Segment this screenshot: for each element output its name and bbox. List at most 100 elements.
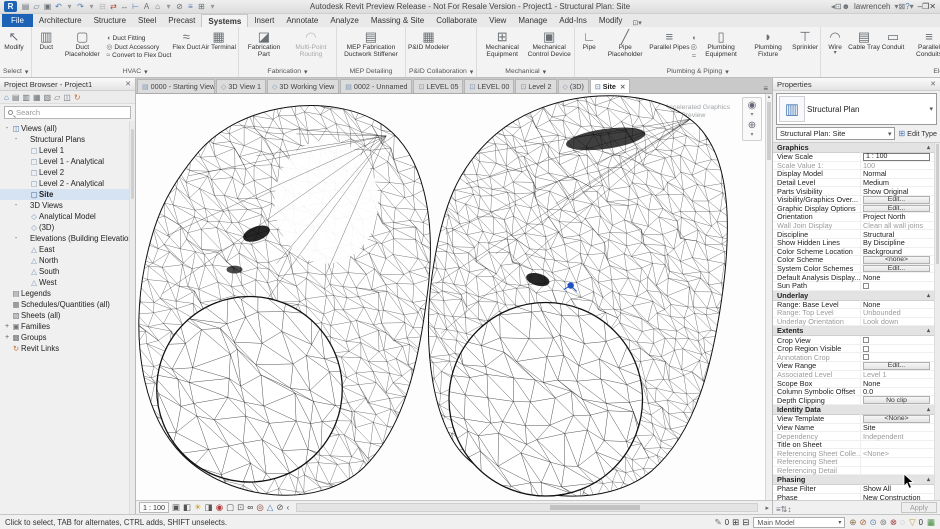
- browser-link-icon[interactable]: ↻: [74, 93, 81, 102]
- tab-architecture[interactable]: Architecture: [33, 14, 88, 27]
- view-tab-close-icon[interactable]: ✕: [620, 83, 625, 91]
- crop-view-icon[interactable]: ▢: [226, 502, 234, 513]
- property-value[interactable]: New Construction: [861, 493, 934, 500]
- section-collapse-icon[interactable]: ▴: [927, 327, 930, 334]
- temporary-hide-isolate-icon[interactable]: ∞: [247, 502, 253, 513]
- undo-caret[interactable]: ▾: [64, 1, 75, 13]
- canvas-horizontal-scrollbar[interactable]: [296, 503, 758, 512]
- rendering-icon[interactable]: ◉: [216, 502, 223, 513]
- selection-filter[interactable]: ▽ 0: [909, 517, 923, 528]
- tree-item-families[interactable]: +▣Families: [0, 321, 135, 332]
- view-tab-level-00[interactable]: ⊡LEVEL 00: [464, 79, 514, 93]
- properties-scrollbar[interactable]: [934, 143, 940, 500]
- tree-item-north[interactable]: △North: [0, 255, 135, 266]
- property-button[interactable]: Edit...: [863, 265, 930, 273]
- ribbon-button-cable-tray[interactable]: ▤Cable Tray: [848, 28, 880, 66]
- reveal-constraints-icon[interactable]: ⊘: [276, 502, 283, 513]
- property-button[interactable]: No clip: [863, 396, 930, 404]
- exclude-links-icon[interactable]: ⊙: [870, 517, 877, 528]
- view-tab-level-05[interactable]: ⊡LEVEL 05: [413, 79, 463, 93]
- tree-item-structural-plans[interactable]: -Structural Plans: [0, 134, 135, 145]
- help-caret[interactable]: ▾: [910, 2, 914, 11]
- tab-analyze[interactable]: Analyze: [324, 14, 364, 27]
- visual-style-icon[interactable]: ◧: [183, 502, 191, 513]
- panel-menu-caret-icon[interactable]: ▾: [25, 68, 28, 76]
- ribbon-button-air-terminal[interactable]: ▦Air Terminal: [201, 28, 236, 66]
- property-value[interactable]: None: [861, 273, 934, 282]
- ribbon-button-mechanical-equipment[interactable]: ⊞Mechanical Equipment: [479, 28, 525, 66]
- property-button[interactable]: Edit...: [863, 205, 930, 213]
- tree-expand-icon[interactable]: +: [3, 323, 11, 330]
- view-tab-3d-view-1[interactable]: ◇3D View 1: [216, 79, 266, 93]
- tree-expand-icon[interactable]: -: [12, 136, 20, 143]
- ribbon-button-plumbing-fixture[interactable]: ◗Plumbing Fixture: [745, 28, 791, 66]
- section-collapse-icon[interactable]: ▴: [927, 406, 930, 413]
- tree-expand-icon[interactable]: -: [12, 202, 20, 209]
- ribbon-button-fabrication-part[interactable]: ◪Fabrication Part: [241, 28, 287, 66]
- background-processes-icon[interactable]: ◌: [900, 517, 905, 527]
- ribbon-button-mechanical-control-device[interactable]: ▣Mechanical Control Device: [526, 28, 572, 66]
- tree-item-level-2-analytical[interactable]: ▢Level 2 - Analytical: [0, 178, 135, 189]
- tree-item-level-2[interactable]: ▢Level 2: [0, 167, 135, 178]
- ribbon-button-parallel-conduits[interactable]: ≡Parallel Conduits: [906, 28, 940, 66]
- browser-sheets-icon[interactable]: ▥: [22, 93, 30, 102]
- detail-level-icon[interactable]: ▣: [172, 502, 180, 513]
- property-value[interactable]: Background: [861, 247, 934, 256]
- tree-expand-icon[interactable]: -: [3, 125, 11, 132]
- property-value[interactable]: Edit...: [861, 265, 934, 273]
- browser-filter-icon[interactable]: ◫: [63, 93, 71, 102]
- redo-icon[interactable]: ↷: [75, 1, 86, 13]
- property-button[interactable]: <None>: [863, 415, 930, 423]
- sun-path-icon[interactable]: ☀: [194, 502, 202, 513]
- property-value[interactable]: [861, 283, 934, 289]
- pipe-fitting-icon[interactable]: ◖: [691, 34, 698, 42]
- properties-header[interactable]: Properties ✕: [773, 78, 940, 91]
- view-tab-3d-working-view[interactable]: ◇3D Working View: [267, 79, 339, 93]
- section-icon[interactable]: ⊘: [174, 1, 185, 13]
- type-selector[interactable]: ▥ Structural Plan ▾: [776, 93, 937, 125]
- view-tabs-menu-icon[interactable]: ≡: [759, 84, 772, 93]
- open-icon[interactable]: ▱: [31, 1, 42, 13]
- ribbon-button-convert-to-flex-duct[interactable]: ≈Convert to Flex Duct: [106, 52, 171, 59]
- tree-item-views-all[interactable]: -◫Views (all): [0, 123, 135, 134]
- aligned-dimension-icon[interactable]: ⊢: [130, 1, 141, 13]
- tab-massing-site[interactable]: Massing & Site: [365, 14, 430, 27]
- exclude-pinned-icon[interactable]: ⊚: [880, 517, 887, 528]
- design-options-select[interactable]: Main Model▾: [753, 517, 845, 528]
- section-collapse-icon[interactable]: ▴: [927, 292, 930, 299]
- tab-modify[interactable]: Modify: [593, 14, 629, 27]
- property-value[interactable]: Edit...: [861, 205, 934, 213]
- property-value[interactable]: 0.0: [861, 387, 934, 396]
- property-checkbox[interactable]: [863, 337, 869, 343]
- property-button[interactable]: Edit...: [863, 196, 930, 204]
- save-icon[interactable]: ▣: [42, 1, 53, 13]
- redo-caret[interactable]: ▾: [86, 1, 97, 13]
- property-value[interactable]: <none>: [861, 256, 934, 264]
- tab-steel[interactable]: Steel: [132, 14, 162, 27]
- property-value[interactable]: No clip: [861, 396, 934, 404]
- undo-icon[interactable]: ↶: [53, 1, 64, 13]
- property-value[interactable]: Show Original: [861, 187, 934, 196]
- tree-item-schedules-quantities-all[interactable]: ▦Schedules/Quantities (all): [0, 299, 135, 310]
- ribbon-button-mep-fabrication-ductwork-stiffener[interactable]: ▤MEP Fabrication Ductwork Stiffener: [339, 28, 403, 66]
- tree-item-revit-links[interactable]: ↻Revit Links: [0, 343, 135, 354]
- transfer-icon[interactable]: ⇄: [108, 1, 119, 13]
- scroll-right-arrow-icon[interactable]: ▸: [765, 504, 769, 512]
- new-icon[interactable]: ▤: [20, 1, 31, 13]
- worksets-dialog-icon[interactable]: ⊞: [732, 517, 739, 528]
- close-button[interactable]: ✕: [929, 2, 936, 11]
- tab-systems[interactable]: Systems: [201, 14, 248, 27]
- view-scale-button[interactable]: 1 : 100: [139, 502, 169, 513]
- view-tab-0000-starting-view[interactable]: ▤0000 - Starting View: [137, 79, 215, 93]
- ribbon-button-duct-fitting[interactable]: ◖Duct Fitting: [106, 35, 171, 42]
- tab-annotate[interactable]: Annotate: [280, 14, 324, 27]
- tab-manage[interactable]: Manage: [512, 14, 553, 27]
- tab-structure[interactable]: Structure: [88, 14, 132, 27]
- measure-icon[interactable]: ↔: [119, 1, 130, 13]
- show-crop-region-icon[interactable]: ⊡: [237, 502, 244, 513]
- tree-item-3d-views[interactable]: -3D Views: [0, 200, 135, 211]
- tree-item-3d[interactable]: ◇(3D): [0, 222, 135, 233]
- ribbon-button-flex-duct[interactable]: ≈Flex Duct: [172, 28, 200, 66]
- tree-item-elevations-building-elevation[interactable]: -Elevations (Building Elevation): [0, 233, 135, 244]
- tab-options-caret-icon[interactable]: ⊡▾: [628, 19, 645, 27]
